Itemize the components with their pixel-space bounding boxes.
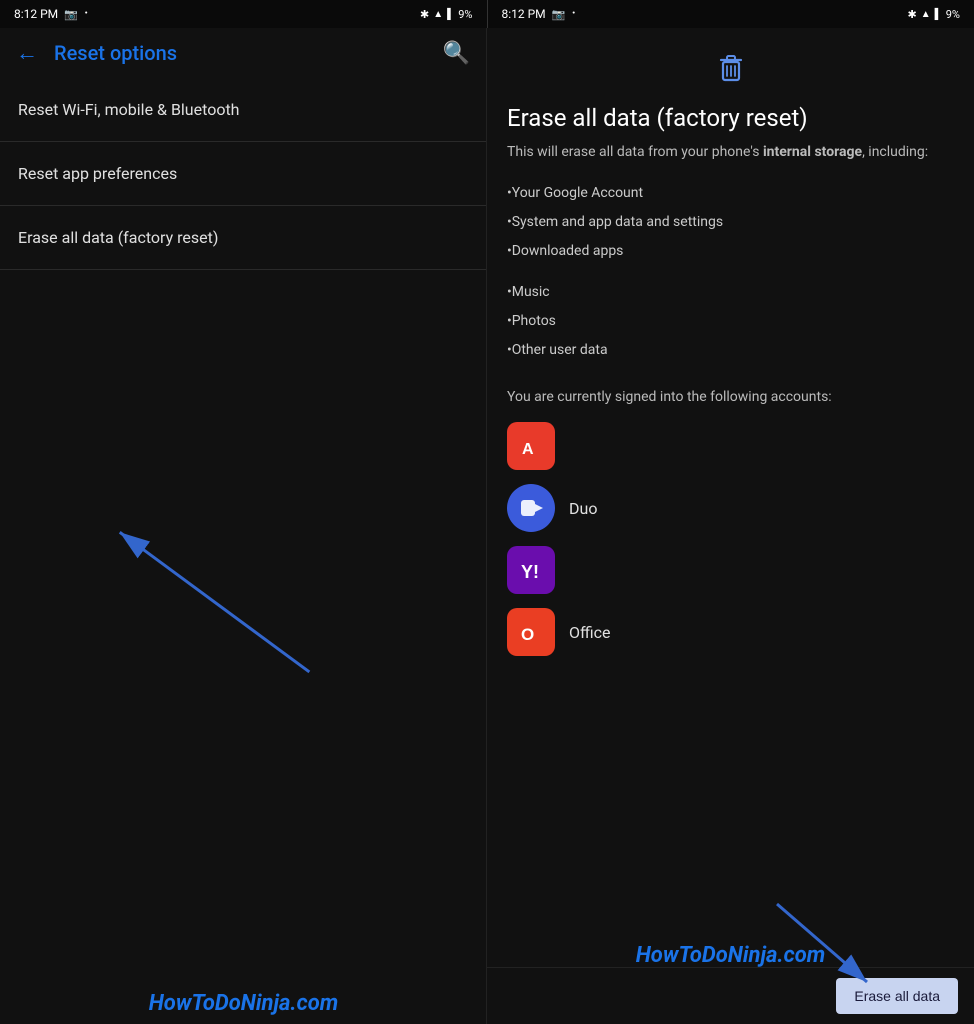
erase-desc-prefix: This will erase all data from your phone… (507, 144, 763, 160)
left-header: ← Reset options 🔍 (0, 28, 486, 78)
list-item-other: •Other user data (507, 336, 954, 365)
list-spacer (507, 266, 954, 278)
bottom-bar: Erase all data (487, 967, 974, 1024)
office-label: Office (569, 623, 611, 642)
account-row-office: O Office (507, 608, 954, 656)
left-status-icons: ✱ ▲ ▌ 9% (420, 8, 472, 21)
right-time: 8:12 PM 📷 · (502, 5, 577, 23)
list-item-apps: •Downloaded apps (507, 237, 954, 266)
menu-item-wifi-reset[interactable]: Reset Wi-Fi, mobile & Bluetooth (0, 78, 486, 142)
left-signal-icon: ▌ (447, 9, 454, 20)
right-dot: · (571, 5, 576, 23)
account-row-duo: Duo (507, 484, 954, 532)
erase-all-data-button[interactable]: Erase all data (836, 978, 958, 1014)
list-item-google: •Your Google Account (507, 179, 954, 208)
erase-title: Erase all data (factory reset) (507, 104, 954, 132)
left-time-text: 8:12 PM (14, 7, 58, 21)
account-row-adobe: A (507, 422, 954, 470)
left-camera-icon: 📷 (64, 8, 78, 21)
back-button[interactable]: ← (16, 40, 38, 66)
menu-item-app-prefs[interactable]: Reset app preferences (0, 142, 486, 206)
yahoo-icon: Y! (507, 546, 555, 594)
duo-icon (507, 484, 555, 532)
left-panel: ← Reset options 🔍 Reset Wi-Fi, mobile & … (0, 28, 487, 1024)
left-battery: 9% (458, 8, 472, 21)
trash-icon (713, 48, 749, 92)
watermark-right: HowToDoNinja.com (487, 943, 974, 968)
right-battery: 9% (946, 8, 960, 21)
menu-item-factory-reset[interactable]: Erase all data (factory reset) (0, 206, 486, 270)
accounts-description: You are currently signed into the follow… (507, 387, 954, 408)
trash-icon-area (507, 48, 954, 92)
status-bar: 8:12 PM 📷 · ✱ ▲ ▌ 9% 8:12 PM 📷 · ✱ ▲ ▌ 9… (0, 0, 974, 28)
arrow-annotation-left (0, 270, 486, 1024)
left-time: 8:12 PM 📷 · (14, 5, 89, 23)
right-bluetooth-icon: ✱ (908, 8, 917, 21)
svg-text:Y!: Y! (521, 562, 539, 582)
right-status-bar: 8:12 PM 📷 · ✱ ▲ ▌ 9% (488, 0, 974, 28)
search-icon[interactable]: 🔍 (443, 41, 470, 66)
left-dot: · (84, 5, 89, 23)
right-wifi-icon: ▲ (921, 9, 931, 20)
adobe-icon: A (507, 422, 555, 470)
account-row-yahoo: Y! (507, 546, 954, 594)
erase-description: This will erase all data from your phone… (507, 142, 954, 163)
erase-list: •Your Google Account •System and app dat… (507, 179, 954, 365)
main-content: ← Reset options 🔍 Reset Wi-Fi, mobile & … (0, 28, 974, 1024)
list-item-system: •System and app data and settings (507, 208, 954, 237)
left-status-bar: 8:12 PM 📷 · ✱ ▲ ▌ 9% (0, 0, 487, 28)
right-status-icons: ✱ ▲ ▌ 9% (908, 8, 960, 21)
right-camera-icon: 📷 (552, 8, 566, 21)
left-wifi-icon: ▲ (433, 9, 443, 20)
duo-label: Duo (569, 499, 597, 518)
right-time-text: 8:12 PM (502, 7, 546, 21)
svg-text:O: O (521, 625, 534, 644)
page-title: Reset options (54, 41, 443, 65)
right-panel: Erase all data (factory reset) This will… (487, 28, 974, 1024)
erase-desc-bold: internal storage (763, 144, 862, 160)
right-signal-icon: ▌ (935, 9, 942, 20)
list-item-music: •Music (507, 278, 954, 307)
svg-text:A: A (522, 441, 534, 458)
erase-desc-suffix: , including: (862, 144, 928, 160)
office-icon: O (507, 608, 555, 656)
left-bluetooth-icon: ✱ (420, 8, 429, 21)
list-item-photos: •Photos (507, 307, 954, 336)
